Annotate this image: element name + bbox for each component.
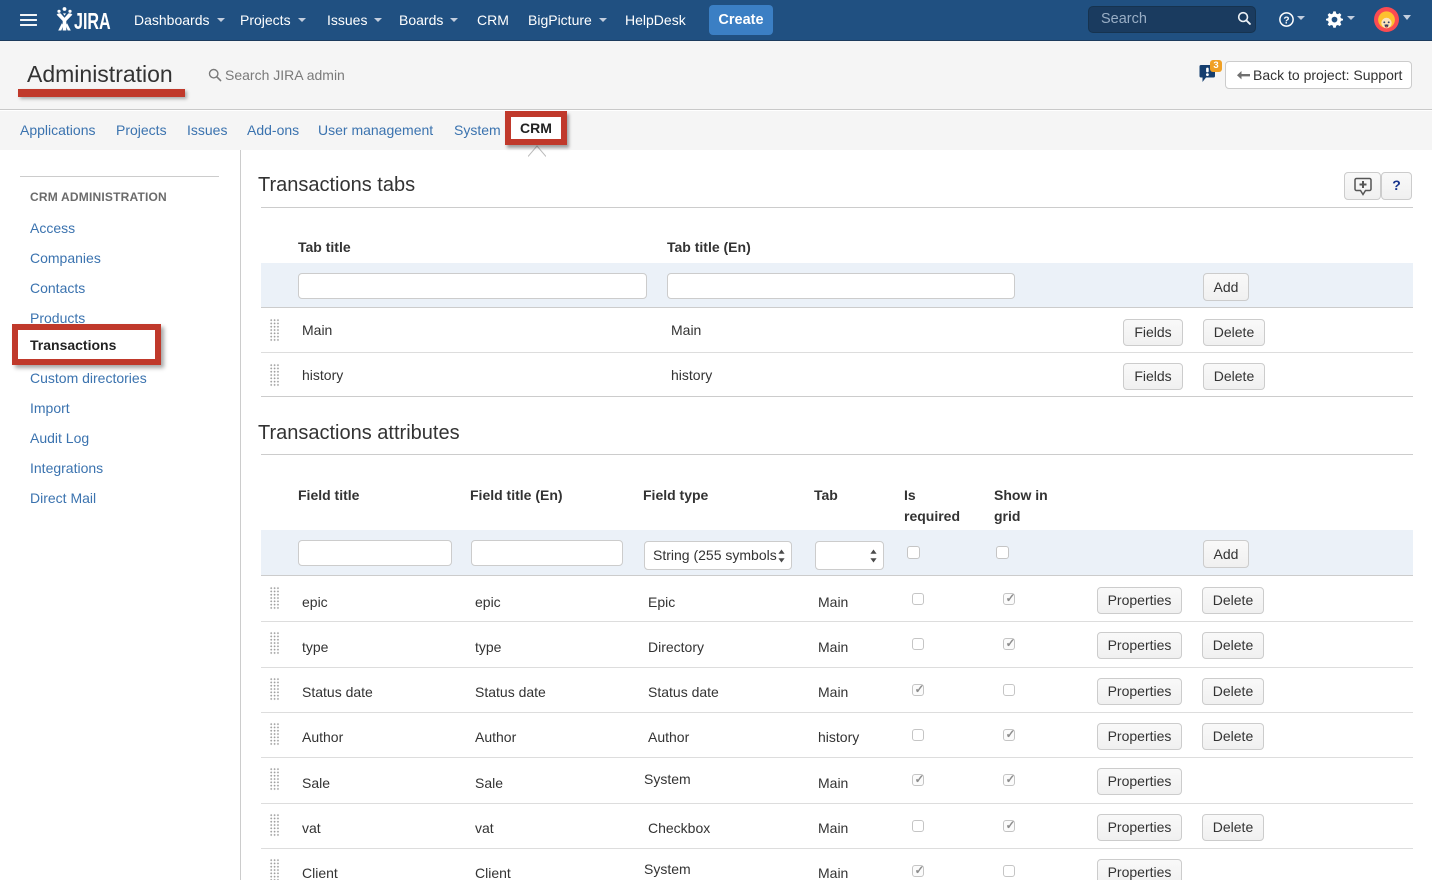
svg-text:?: ?: [1283, 15, 1289, 26]
